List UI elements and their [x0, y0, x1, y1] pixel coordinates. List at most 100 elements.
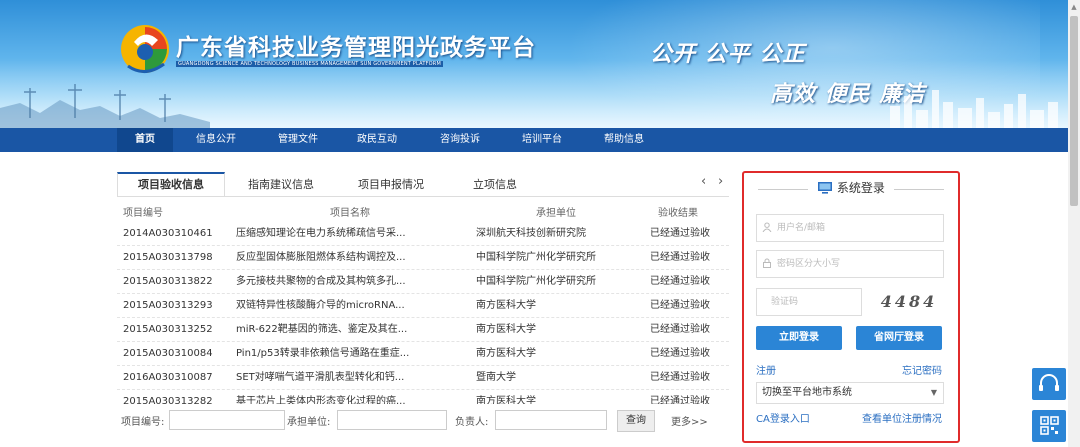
cell-project-name[interactable]: 反应型固体膨胀阻燃体系结构调控及... [236, 246, 446, 270]
cell-project-no: 2016A030310087 [123, 372, 213, 383]
unit-input[interactable] [337, 410, 447, 430]
col-header-project-name: 项目名称 [330, 208, 370, 219]
tab-application-status[interactable]: 项目申报情况 [343, 174, 439, 196]
tab-project-approval[interactable]: 立项信息 [455, 174, 535, 196]
info-tabs: 项目验收信息 指南建议信息 项目申报情况 立项信息 ‹ › [117, 170, 729, 197]
nav-info-public[interactable]: 信息公开 [186, 128, 246, 152]
qr-code-button[interactable] [1032, 410, 1066, 442]
login-button[interactable]: 立即登录 [756, 326, 842, 350]
captcha-text: 4484 [880, 292, 938, 311]
table-row[interactable]: 2015A030313822 多元接枝共聚物的合成及其构筑多孔... 中国科学院… [117, 270, 729, 294]
city-system-select[interactable]: 切换至平台地市系统 ▼ [756, 382, 944, 404]
unit-label: 承担单位: [287, 417, 331, 428]
cell-project-no: 2014A030310461 [123, 228, 213, 239]
scroll-thumb[interactable] [1070, 16, 1078, 206]
slogan-primary: 公开 公平 公正 [650, 41, 806, 67]
nav-management-docs[interactable]: 管理文件 [268, 128, 328, 152]
main-nav: 首页 信息公开 管理文件 政民互动 咨询投诉 培训平台 帮助信息 [0, 128, 1068, 152]
platform-logo-icon [121, 25, 169, 73]
cell-result: 已经通过验收 [650, 276, 710, 287]
customer-service-button[interactable] [1032, 368, 1066, 400]
cell-result: 已经通过验收 [650, 324, 710, 335]
cell-project-no: 2015A030313293 [123, 300, 213, 311]
cell-project-name[interactable]: 双链特异性核酸酶介导的microRNA... [236, 294, 446, 318]
table-row[interactable]: 2014A030310461 压缩感知理论在电力系统稀疏信号采... 深圳航天科… [117, 222, 729, 246]
leader-input[interactable] [495, 410, 607, 430]
headset-icon [1039, 374, 1059, 391]
table-row[interactable]: 2015A030313282 基于芯片上类体内形态变化过程的癌... 南方医科大… [117, 390, 729, 404]
cell-result: 已经通过验收 [650, 372, 710, 383]
nav-training[interactable]: 培训平台 [512, 128, 572, 152]
more-link[interactable]: 更多>> [671, 413, 708, 428]
col-header-result: 验收结果 [658, 208, 698, 219]
ca-login-link[interactable]: CA登录入口 [756, 410, 810, 425]
province-login-button[interactable]: 省网厅登录 [856, 326, 942, 350]
tab-next-icon[interactable]: › [718, 174, 723, 189]
password-input[interactable]: 密码区分大小写 [756, 250, 944, 278]
cell-project-no: 2015A030313252 [123, 324, 213, 335]
nav-consult-complaint[interactable]: 咨询投诉 [430, 128, 490, 152]
antenna-silhouette-icon [0, 84, 210, 128]
nav-interaction[interactable]: 政民互动 [347, 128, 407, 152]
cell-project-name[interactable]: Pin1/p53转录非依赖信号通路在重症... [236, 342, 446, 366]
qr-code-icon [1040, 416, 1059, 435]
cell-project-no: 2015A030313282 [123, 396, 213, 404]
tab-prev-icon[interactable]: ‹ [701, 174, 706, 189]
cell-result: 已经通过验收 [650, 228, 710, 239]
col-header-project-no: 项目编号 [123, 208, 163, 219]
table-row[interactable]: 2015A030313252 miR-622靶基因的筛选、鉴定及其在... 南方… [117, 318, 729, 342]
cell-unit: 南方医科大学 [476, 324, 536, 335]
page-scrollbar[interactable]: ▲ [1068, 0, 1080, 447]
cell-unit: 南方医科大学 [476, 300, 536, 311]
login-title: 系统登录 [744, 179, 958, 196]
username-placeholder: 用户名/邮箱 [777, 223, 826, 233]
leader-label: 负责人: [455, 417, 489, 428]
captcha-input[interactable]: 验证码 [756, 288, 862, 316]
nav-home[interactable]: 首页 [117, 128, 173, 152]
register-link[interactable]: 注册 [756, 362, 776, 377]
lock-icon [763, 258, 771, 268]
tab-guide-suggestions[interactable]: 指南建议信息 [235, 174, 327, 196]
cell-unit: 深圳航天科技创新研究院 [476, 228, 586, 239]
cell-project-no: 2015A030313798 [123, 252, 213, 263]
platform-title: 广东省科技业务管理阳光政务平台 [176, 34, 536, 61]
cell-project-name[interactable]: 基于芯片上类体内形态变化过程的癌... [236, 390, 446, 404]
site-header: 广东省科技业务管理阳光政务平台 GUANGDONG SCIENCE AND TE… [0, 0, 1068, 128]
scroll-up-icon[interactable]: ▲ [1070, 2, 1078, 12]
cell-unit: 南方医科大学 [476, 396, 536, 404]
cell-result: 已经通过验收 [650, 252, 710, 263]
table-row[interactable]: 2015A030313293 双链特异性核酸酶介导的microRNA... 南方… [117, 294, 729, 318]
cell-unit: 中国科学院广州化学研究所 [476, 252, 596, 263]
project-no-label: 项目编号: [121, 417, 165, 428]
platform-subtitle: GUANGDONG SCIENCE AND TECHNOLOGY BUSINES… [176, 61, 444, 67]
check-unit-registration-link[interactable]: 查看单位注册情况 [862, 410, 942, 425]
col-header-unit: 承担单位 [536, 208, 576, 219]
table-row[interactable]: 2015A030310084 Pin1/p53转录非依赖信号通路在重症... 南… [117, 342, 729, 366]
cell-result: 已经通过验收 [650, 396, 710, 404]
cell-unit: 南方医科大学 [476, 348, 536, 359]
captcha-image[interactable]: 4484 [874, 288, 944, 316]
project-no-input[interactable] [169, 410, 285, 430]
cell-unit: 中国科学院广州化学研究所 [476, 276, 596, 287]
tab-acceptance-info[interactable]: 项目验收信息 [117, 172, 225, 196]
chevron-down-icon: ▼ [930, 388, 937, 397]
cell-result: 已经通过验收 [650, 300, 710, 311]
cell-project-name[interactable]: miR-622靶基因的筛选、鉴定及其在... [236, 318, 446, 342]
username-input[interactable]: 用户名/邮箱 [756, 214, 944, 242]
query-button[interactable]: 查询 [617, 410, 655, 432]
cell-unit: 暨南大学 [476, 372, 516, 383]
city-skyline-icon [890, 90, 1058, 128]
table-row[interactable]: 2016A030310087 SET对哮喘气道平滑肌表型转化和钙... 暨南大学… [117, 366, 729, 390]
forgot-password-link[interactable]: 忘记密码 [902, 362, 942, 377]
cell-project-no: 2015A030313822 [123, 276, 213, 287]
table-row[interactable]: 2015A030313798 反应型固体膨胀阻燃体系结构调控及... 中国科学院… [117, 246, 729, 270]
cell-project-name[interactable]: SET对哮喘气道平滑肌表型转化和钙... [236, 366, 446, 390]
search-bar: 项目编号: 承担单位: 负责人: 查询 更多>> [117, 410, 729, 432]
cell-project-name[interactable]: 压缩感知理论在电力系统稀疏信号采... [236, 222, 446, 246]
cell-project-name[interactable]: 多元接枝共聚物的合成及其构筑多孔... [236, 270, 446, 294]
login-title-text: 系统登录 [836, 181, 885, 195]
nav-help[interactable]: 帮助信息 [594, 128, 654, 152]
captcha-placeholder: 验证码 [771, 297, 799, 307]
password-placeholder: 密码区分大小写 [777, 259, 841, 269]
login-panel: 系统登录 用户名/邮箱 密码区分大小写 验证码 4484 立即登录 省网厅登录 … [742, 171, 960, 443]
